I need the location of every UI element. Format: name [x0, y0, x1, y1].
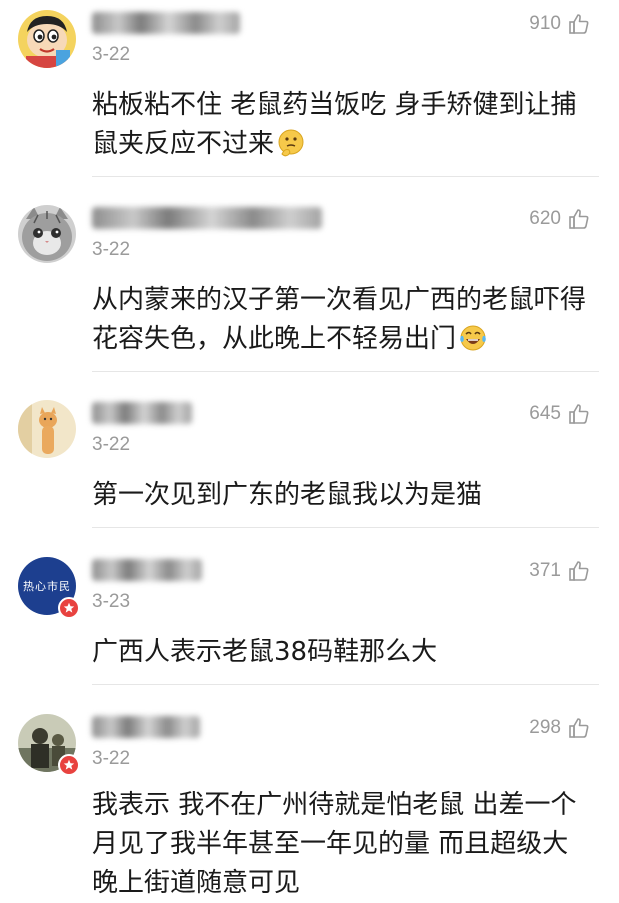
- cartoon-boy-avatar-icon: [18, 10, 76, 68]
- divider: [92, 371, 599, 372]
- cat-photo-avatar-icon: [18, 400, 76, 458]
- tears-of-joy-emoji-icon: [460, 325, 486, 351]
- username[interactable]: [92, 12, 240, 34]
- comment-body: 广西人表示老鼠38码鞋那么大: [92, 637, 438, 667]
- comment-date: 3-22: [92, 44, 131, 65]
- like-button[interactable]: 620: [529, 207, 591, 231]
- comment-date: 3-22: [92, 434, 131, 455]
- thinking-emoji-icon: [278, 129, 304, 157]
- comment-text: 粘板粘不住 老鼠药当饭吃 身手矫健到让捕鼠夹反应不过来: [92, 86, 592, 164]
- like-count: 910: [529, 13, 561, 34]
- verified-badge: [58, 597, 80, 619]
- divider: [92, 176, 599, 177]
- username[interactable]: [92, 716, 200, 738]
- like-count: 620: [529, 208, 561, 229]
- username[interactable]: [92, 207, 322, 229]
- like-count: 371: [529, 560, 561, 581]
- comment-body: 从内蒙来的汉子第一次看见广西的老鼠吓得花容失色，从此晚上不轻易出门: [92, 285, 587, 354]
- kitten-avatar-icon: [18, 205, 76, 263]
- comment-body: 第一次见到广东的老鼠我以为是猫: [92, 480, 483, 510]
- like-button[interactable]: 298: [529, 716, 591, 740]
- thumbs-up-icon: [569, 404, 589, 424]
- username[interactable]: [92, 559, 202, 581]
- comment-date: 3-23: [92, 591, 131, 612]
- star-icon: [63, 759, 75, 770]
- star-icon: [63, 602, 75, 613]
- avatar[interactable]: [18, 400, 76, 458]
- comment-date: 3-22: [92, 748, 131, 769]
- like-button[interactable]: 645: [529, 402, 591, 426]
- divider: [92, 684, 599, 685]
- like-count: 298: [529, 717, 561, 738]
- like-button[interactable]: 371: [529, 559, 591, 583]
- comment-text: 我表示 我不在广州待就是怕老鼠 出差一个月见了我半年甚至一年见的量 而且超级大 …: [92, 786, 592, 903]
- thumbs-up-icon: [569, 561, 589, 581]
- thumbs-up-icon: [569, 718, 589, 738]
- username[interactable]: [92, 402, 192, 424]
- avatar[interactable]: [18, 10, 76, 68]
- comment-body: 我表示 我不在广州待就是怕老鼠 出差一个月见了我半年甚至一年见的量 而且超级大 …: [92, 790, 577, 898]
- avatar-label: 热心市民: [23, 580, 71, 593]
- comment-text: 从内蒙来的汉子第一次看见广西的老鼠吓得花容失色，从此晚上不轻易出门: [92, 281, 592, 359]
- comment-text: 广西人表示老鼠38码鞋那么大: [92, 633, 592, 672]
- comment-date: 3-22: [92, 239, 131, 260]
- comment-body: 粘板粘不住 老鼠药当饭吃 身手矫健到让捕鼠夹反应不过来: [92, 90, 577, 159]
- thumbs-up-icon: [569, 14, 589, 34]
- divider: [92, 527, 599, 528]
- comment-text: 第一次见到广东的老鼠我以为是猫: [92, 476, 592, 515]
- avatar[interactable]: [18, 205, 76, 263]
- thumbs-up-icon: [569, 209, 589, 229]
- like-count: 645: [529, 403, 561, 424]
- verified-badge: [58, 754, 80, 776]
- like-button[interactable]: 910: [529, 12, 591, 36]
